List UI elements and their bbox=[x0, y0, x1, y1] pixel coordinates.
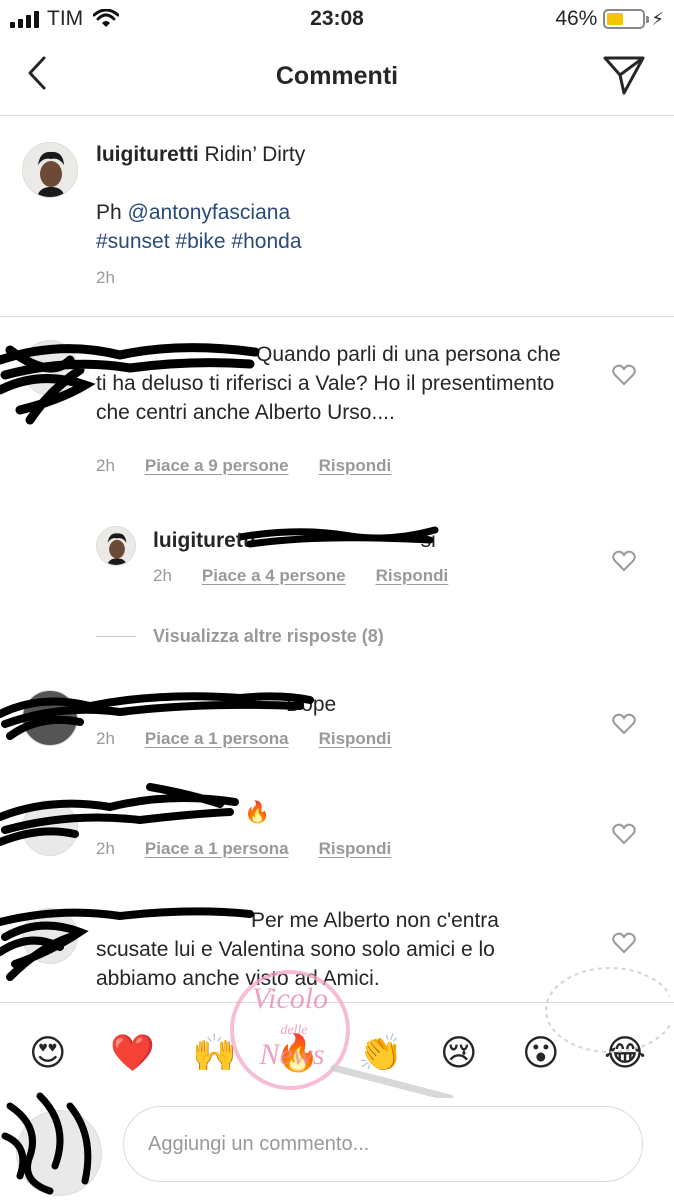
emoji-bar: 😍 ❤️ 🙌 🔥 👏 😢 😮 😂 bbox=[0, 1002, 674, 1099]
charging-icon: ⚡ bbox=[651, 8, 664, 29]
like-heart-icon[interactable] bbox=[612, 932, 636, 954]
nav-bar: Commenti bbox=[0, 40, 674, 116]
caption-hashtags[interactable]: #sunset #bike #honda bbox=[96, 227, 636, 256]
reply-button[interactable]: Rispondi bbox=[376, 566, 449, 586]
emoji-heart-eyes[interactable]: 😍 bbox=[29, 1031, 67, 1075]
reply-button[interactable]: Rispondi bbox=[319, 839, 392, 859]
avatar-portrait-icon bbox=[97, 527, 135, 565]
battery-percent: 46% bbox=[555, 7, 598, 30]
redaction-scribble bbox=[0, 783, 239, 846]
comment-input[interactable] bbox=[123, 1106, 643, 1182]
status-bar: TIM 23:08 46% ⚡ bbox=[0, 0, 674, 40]
like-heart-icon[interactable] bbox=[612, 713, 636, 735]
likes-count-button[interactable]: Piace a 9 persone bbox=[145, 456, 289, 476]
battery-icon bbox=[603, 9, 650, 29]
emoji-laughing[interactable]: 😂 bbox=[604, 1031, 646, 1075]
redaction-scribble bbox=[1, 1092, 92, 1195]
avatar[interactable] bbox=[96, 526, 136, 566]
avatar-portrait-icon bbox=[23, 143, 77, 197]
comment-1-meta: 2h Piace a 9 persone Rispondi bbox=[96, 456, 421, 476]
status-right: 46% ⚡ bbox=[555, 7, 664, 31]
battery-fill bbox=[607, 13, 623, 25]
divider bbox=[96, 636, 136, 637]
likes-count-button[interactable]: Piace a 4 persone bbox=[202, 566, 346, 586]
comment-2-meta: 2h Piace a 4 persone Rispondi bbox=[153, 566, 478, 586]
page-title: Commenti bbox=[275, 62, 399, 90]
emoji-raised-hands[interactable]: 🙌 bbox=[192, 1031, 237, 1075]
caption-prefix: Ph bbox=[96, 201, 128, 224]
redaction-scribble bbox=[240, 526, 439, 548]
reply-button[interactable]: Rispondi bbox=[319, 456, 392, 476]
caption-mention[interactable]: @antonyfasciana bbox=[128, 201, 291, 224]
caption-username[interactable]: luigituretti bbox=[96, 143, 199, 166]
emoji-fire[interactable]: 🔥 bbox=[275, 1031, 320, 1075]
like-heart-icon[interactable] bbox=[612, 364, 636, 386]
caption-text: luigituretti Ridin’ Dirty Ph @antonyfasc… bbox=[96, 140, 636, 256]
redaction-scribble bbox=[0, 692, 314, 740]
emoji-clapping[interactable]: 👏 bbox=[358, 1031, 403, 1075]
like-heart-icon[interactable] bbox=[612, 550, 636, 572]
caption-title: Ridin’ Dirty bbox=[204, 143, 306, 166]
redaction-scribble bbox=[0, 907, 254, 981]
like-heart-icon[interactable] bbox=[612, 823, 636, 845]
comment-composer bbox=[0, 1092, 674, 1200]
comment-time: 2h bbox=[96, 456, 115, 475]
caption-time: 2h bbox=[96, 268, 115, 287]
redaction-scribble bbox=[0, 343, 260, 425]
emoji-crying[interactable]: 😢 bbox=[440, 1031, 478, 1075]
avatar[interactable] bbox=[22, 142, 78, 198]
emoji-surprised[interactable]: 😮 bbox=[522, 1031, 560, 1075]
direct-message-icon[interactable] bbox=[602, 54, 646, 96]
emoji-red-heart[interactable]: ❤️ bbox=[110, 1031, 155, 1075]
view-more-replies-button[interactable]: Visualizza altre risposte (8) bbox=[96, 626, 384, 647]
reply-button[interactable]: Rispondi bbox=[319, 729, 392, 749]
post-caption: luigituretti Ridin’ Dirty Ph @antonyfasc… bbox=[0, 116, 674, 317]
caption-meta: 2h bbox=[96, 268, 145, 288]
comment-time: 2h bbox=[153, 566, 172, 585]
